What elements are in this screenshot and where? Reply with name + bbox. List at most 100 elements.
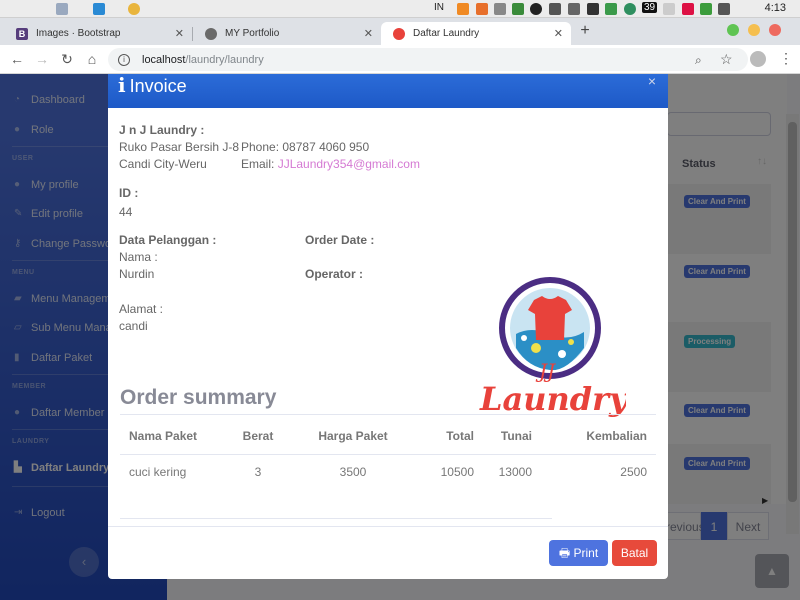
company-phone: Phone: 08787 4060 950 [241, 140, 370, 154]
modal-title: i Invoice [118, 74, 187, 96]
battery-badge[interactable]: 39 [642, 2, 658, 13]
window-close-button[interactable] [769, 24, 781, 36]
bubble-icon [531, 343, 541, 353]
logo-wordmark: Laundry [479, 380, 626, 418]
close-icon[interactable]: ✕ [364, 27, 373, 40]
tab-daftar-laundry[interactable]: Daftar Laundry ✕ [381, 22, 571, 45]
info-icon[interactable]: i [118, 53, 130, 66]
tab-title: MY Portfolio [225, 28, 280, 39]
column-header: Total [410, 419, 480, 455]
kebab-menu-icon[interactable]: ⋮ [779, 50, 793, 67]
tray-app-icon[interactable] [700, 3, 712, 15]
macos-menubar: IN 39 4:13 [0, 0, 800, 18]
tab-title: Images · Bootstrap [36, 28, 121, 39]
modal-close-button[interactable]: × [648, 74, 656, 89]
operator-label: Operator : [305, 267, 364, 281]
divider [120, 518, 552, 519]
xampp-icon[interactable] [476, 3, 488, 15]
profile-avatar[interactable] [750, 51, 766, 67]
tray-app-icon[interactable] [624, 3, 636, 15]
column-header: Berat [220, 419, 296, 455]
table-cell: 10500 [440, 464, 474, 479]
modal-footer-divider [108, 526, 668, 527]
print-button[interactable]: 🖶 Print [549, 540, 608, 566]
company-address-line2: Candi City-Weru [119, 157, 207, 171]
modal-header: i Invoice × [108, 74, 668, 108]
url-path: /laundry/laundry [185, 53, 264, 66]
wifi-icon[interactable] [718, 3, 730, 15]
company-email: Email: JJLaundry354@gmail.com [241, 157, 420, 171]
cancel-button[interactable]: Batal [612, 540, 657, 566]
address-label: Alamat : [119, 302, 164, 316]
menubar-clock[interactable]: 4:13 [765, 2, 786, 14]
bubble-icon [558, 350, 566, 358]
browser-toolbar: ← → ↻ ⌂ i localhost/laundry/laundry ⌕ ☆ … [0, 45, 800, 74]
back-arrow-icon[interactable]: ← [9, 51, 25, 67]
email-label: Email: [241, 157, 278, 171]
tray-app-icon[interactable] [587, 3, 599, 15]
address-bar[interactable]: i localhost/laundry/laundry [108, 48, 748, 71]
tray-app-icon[interactable] [494, 3, 506, 15]
address-value: candi [119, 319, 148, 333]
home-icon[interactable]: ⌂ [84, 51, 100, 67]
invoice-modal: i Invoice × J n J Laundry : Ruko Pasar Be… [108, 74, 668, 579]
id-value: 44 [119, 205, 133, 219]
reload-icon[interactable]: ↻ [59, 51, 75, 67]
modal-body: J n J Laundry : Ruko Pasar Bersih J-8 Ca… [108, 108, 668, 526]
search-icon[interactable]: ⌕ [695, 53, 702, 68]
close-icon[interactable]: ✕ [175, 27, 184, 40]
bookmark-star-icon[interactable]: ☆ [720, 51, 733, 68]
table-cell: 3 [254, 464, 262, 479]
laundry-icon [393, 27, 405, 40]
tray-app-icon[interactable] [512, 3, 524, 15]
column-header: Tunai [480, 419, 536, 455]
table-header-row: Nama Paket Berat Harga Paket Total Tunai… [120, 419, 656, 455]
column-header: Harga Paket [296, 419, 410, 455]
order-summary-title: Order summary [120, 386, 277, 409]
bootstrap-icon: B [16, 27, 28, 40]
company-address-line1: Ruko Pasar Bersih J-8 [119, 140, 240, 154]
company-name: J n J Laundry : [119, 123, 205, 137]
divider [120, 414, 656, 415]
forward-arrow-icon[interactable]: → [34, 51, 50, 67]
print-icon: 🖶 [558, 546, 574, 560]
globe-icon [205, 27, 217, 40]
chrome-icon[interactable] [128, 3, 140, 15]
close-icon[interactable]: ✕ [554, 27, 563, 40]
input-source-indicator[interactable]: IN [434, 2, 444, 13]
print-button-label: Print [573, 546, 599, 560]
tray-app-icon[interactable] [682, 3, 694, 15]
tab-images-bootstrap[interactable]: B Images · Bootstrap ✕ [4, 22, 192, 45]
finder-icon[interactable] [56, 3, 68, 15]
column-header: Kembalian [536, 419, 656, 455]
tray-app-icon[interactable] [605, 3, 617, 15]
column-header: Nama Paket [120, 419, 220, 455]
tray-app-icon[interactable] [530, 3, 542, 15]
table-row: cuci kering 3 3500 10500 13000 2500 [120, 454, 656, 489]
vscode-icon[interactable] [93, 3, 105, 15]
tab-title: Daftar Laundry [413, 28, 480, 39]
vlc-icon[interactable] [457, 3, 469, 15]
jj-laundry-logo: JJ Laundry [479, 277, 626, 418]
tray-app-icon[interactable] [549, 3, 561, 15]
id-label: ID : [119, 186, 139, 200]
bubble-icon [568, 339, 574, 345]
bubble-icon [521, 335, 527, 341]
new-tab-button[interactable]: + [576, 23, 594, 41]
window-zoom-button[interactable] [727, 24, 739, 36]
order-date-label: Order Date : [305, 233, 375, 247]
modal-title-text: Invoice [129, 76, 187, 96]
tab-my-portfolio[interactable]: MY Portfolio ✕ [193, 22, 381, 45]
url-host: localhost [142, 53, 186, 66]
table-cell: 2500 [620, 464, 647, 479]
tray-app-icon[interactable] [568, 3, 580, 15]
window-minimize-button[interactable] [748, 24, 760, 36]
customer-label: Data Pelanggan : [119, 233, 217, 247]
name-label: Nama : [119, 250, 158, 264]
order-summary-table: Nama Paket Berat Harga Paket Total Tunai… [120, 419, 656, 489]
table-cell: cuci kering [129, 464, 187, 479]
tray-app-icon[interactable] [663, 3, 675, 15]
email-link[interactable]: JJLaundry354@gmail.com [278, 157, 420, 171]
name-value: Nurdin [119, 267, 155, 281]
info-icon: i [118, 74, 126, 97]
